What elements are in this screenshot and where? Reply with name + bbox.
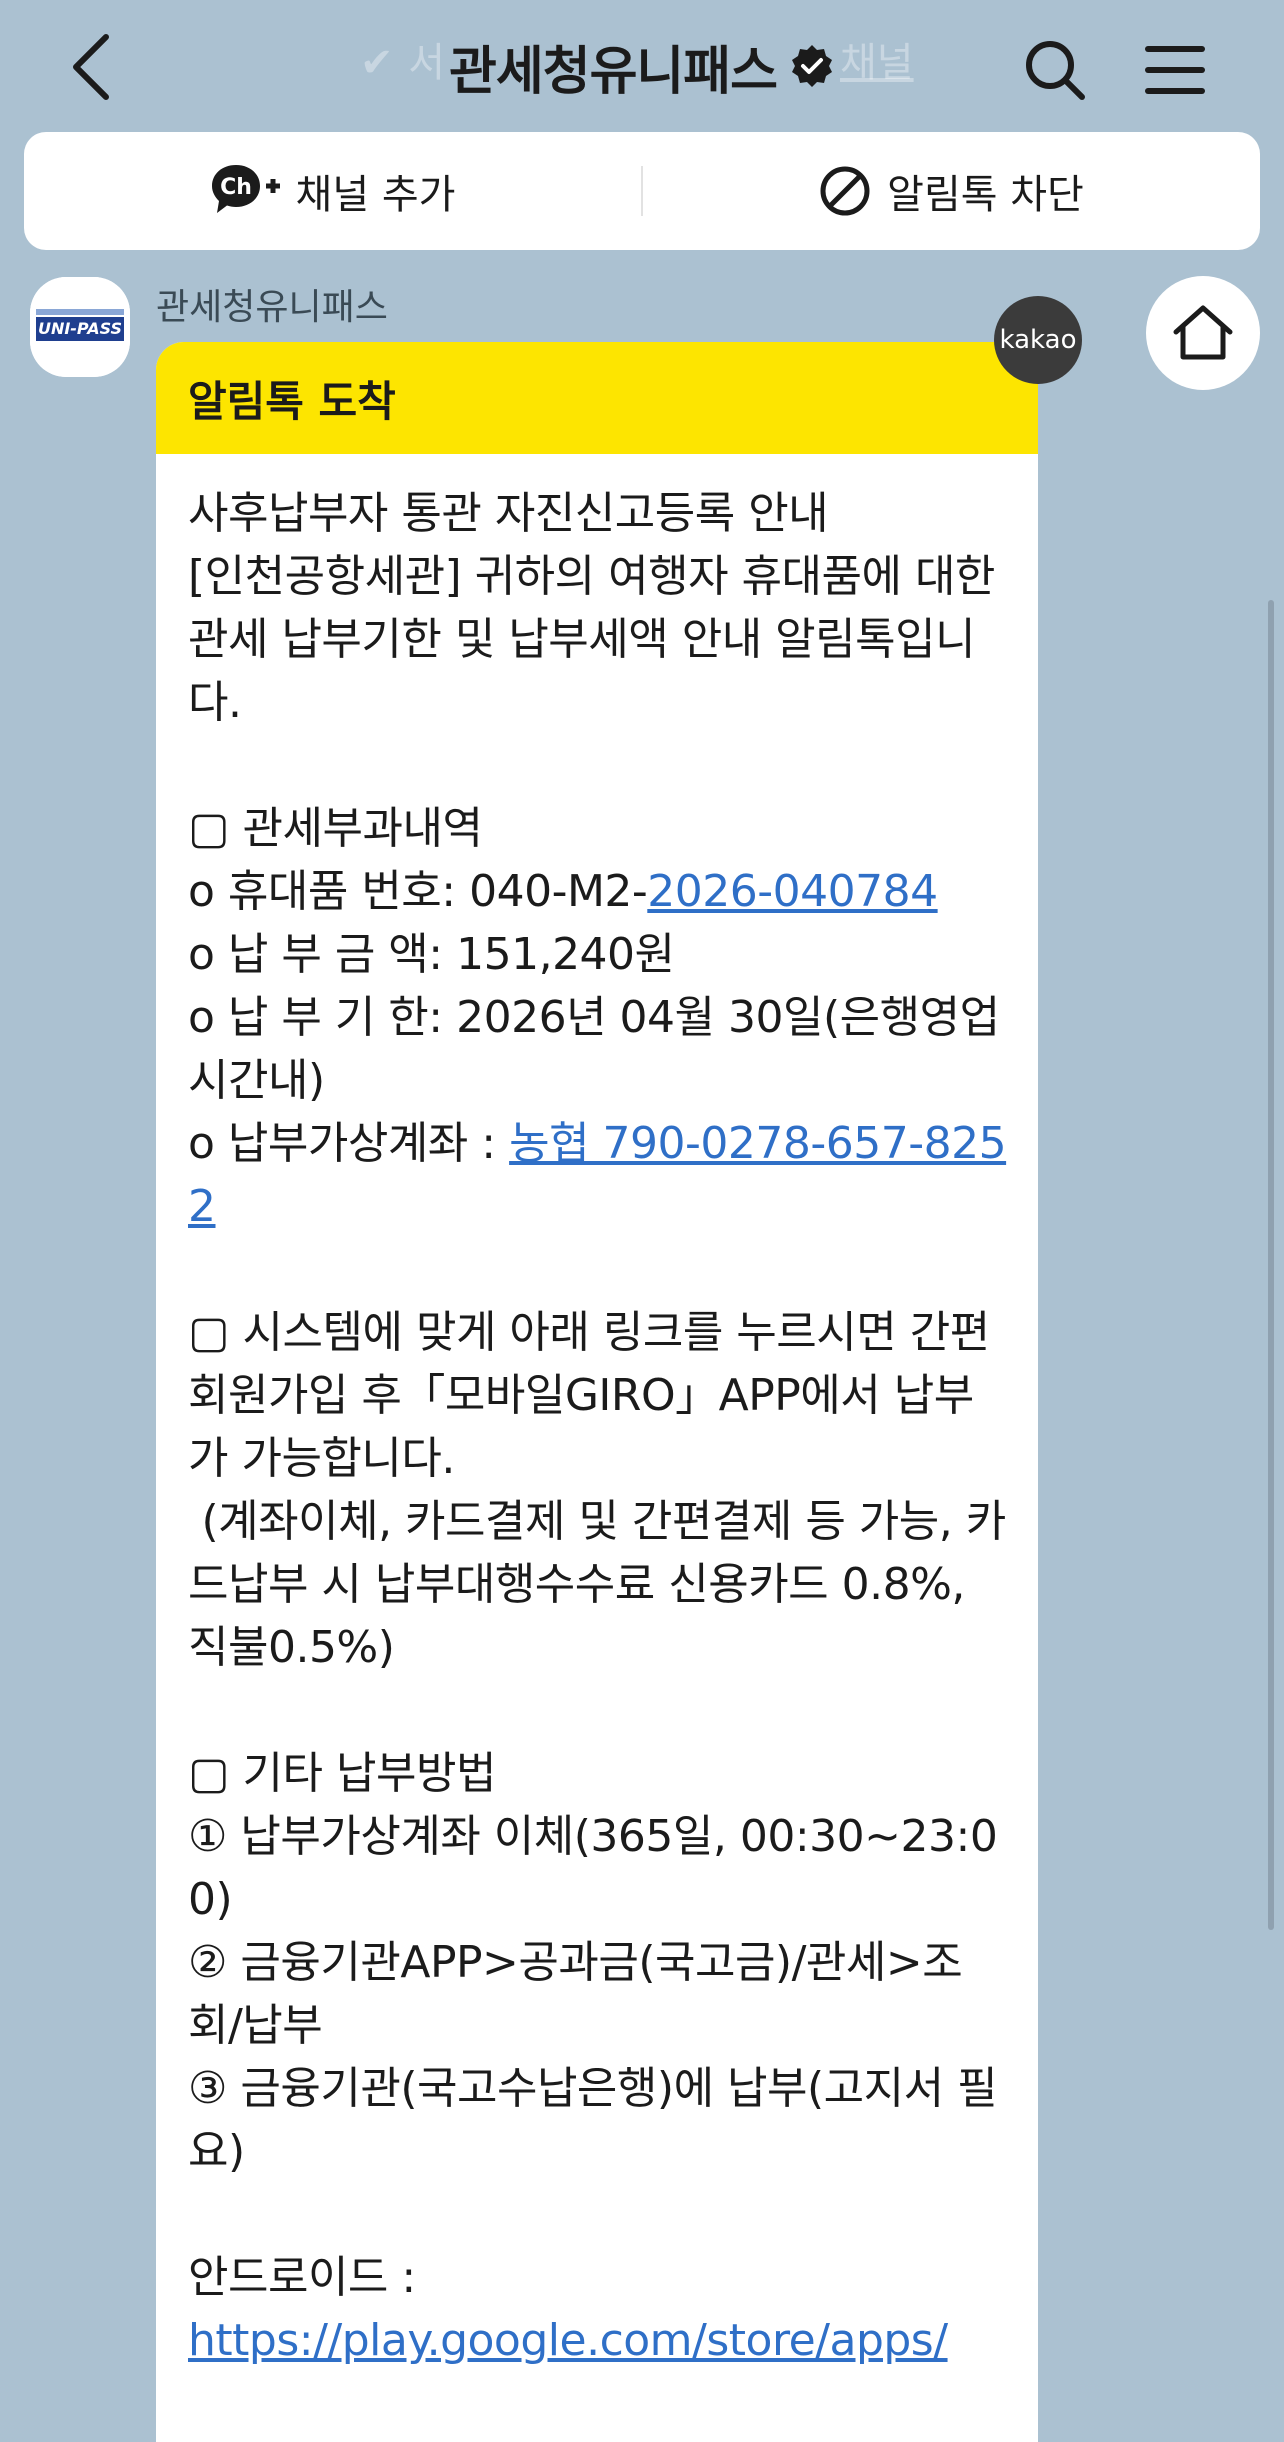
android-link[interactable]: https://play.google.com/store/apps/ — [188, 2315, 948, 2366]
sender-name: 관세청유니패스 — [156, 287, 388, 328]
amount-line: o 납 부 금 액: 151,240원 — [188, 929, 675, 980]
search-button[interactable] — [1015, 30, 1095, 110]
channel-action-bar: Ch 채널 추가 알림톡 차단 — [24, 132, 1260, 250]
account-label: o 납부가상계좌 : — [188, 1118, 510, 1169]
due-date-line: o 납 부 기 한: 2026년 04월 30일(은행영업시간내) — [188, 992, 1000, 1106]
profile-logo-text: UNI-PASS — [37, 319, 123, 338]
method-two: ② 금융기관APP>공과금(국고금)/관세>조회/납부 — [188, 1937, 963, 2051]
bubble-header: 알림톡 도착 — [156, 342, 1038, 454]
home-icon — [1173, 305, 1233, 360]
home-button[interactable] — [1146, 276, 1260, 390]
section-charges-title: ▢ 관세부과내역 — [188, 803, 483, 854]
section-methods-title: ▢ 기타 납부방법 — [188, 1748, 496, 1799]
block-label: 알림톡 차단 — [887, 172, 1084, 218]
add-channel-label: 채널 추가 — [295, 172, 456, 218]
add-channel-button[interactable]: Ch 채널 추가 — [24, 132, 641, 250]
method-three: ③ 금융기관(국고수납은행)에 납부(고지서 필요) — [188, 2063, 998, 2177]
hamburger-menu-icon — [1145, 46, 1205, 94]
method-one: ① 납부가상계좌 이체(365일, 00:30~23:00) — [188, 1811, 998, 1925]
menu-button[interactable] — [1135, 30, 1215, 110]
android-label: 안드로이드 : — [188, 2252, 416, 2303]
item-number-label: o 휴대품 번호: 040-M2- — [188, 866, 648, 917]
avatar[interactable]: UNI-PASS — [30, 277, 130, 377]
kakao-badge: kakao — [994, 296, 1082, 384]
fee-note: (계좌이체, 카드결제 및 간편결제 등 가능, 카드납부 시 납부대행수수료 … — [188, 1496, 1006, 1673]
search-icon — [1026, 41, 1085, 100]
item-number-link[interactable]: 2026-040784 — [647, 866, 938, 917]
section-app-title: ▢ 시스템에 맞게 아래 링크를 누르시면 간편 회원가입 후「모바일GIRO」… — [188, 1307, 1004, 1484]
page-title: 관세청유니패스 — [449, 41, 778, 102]
verified-badge-icon — [791, 45, 832, 87]
channel-add-icon: Ch — [210, 161, 282, 221]
block-notification-button[interactable]: 알림톡 차단 — [643, 132, 1260, 250]
scrollbar[interactable] — [1268, 600, 1274, 1930]
svg-text:Ch: Ch — [220, 175, 252, 200]
message-bubble[interactable]: 알림톡 도착 사후납부자 통관 자진신고등록 안내 [인천공항세관] 귀하의 여… — [156, 342, 1038, 2442]
intro-title: 사후납부자 통관 자진신고등록 안내 — [188, 488, 829, 539]
intro-body: [인천공항세관] 귀하의 여행자 휴대품에 대한 관세 납부기한 및 납부세액 … — [188, 551, 1009, 728]
message-body: 사후납부자 통관 자진신고등록 안내 [인천공항세관] 귀하의 여행자 휴대품에… — [156, 454, 1038, 2372]
top-bar: ✔ 서 채널 관세청유니패스 — [0, 0, 1284, 128]
block-icon — [819, 165, 871, 217]
